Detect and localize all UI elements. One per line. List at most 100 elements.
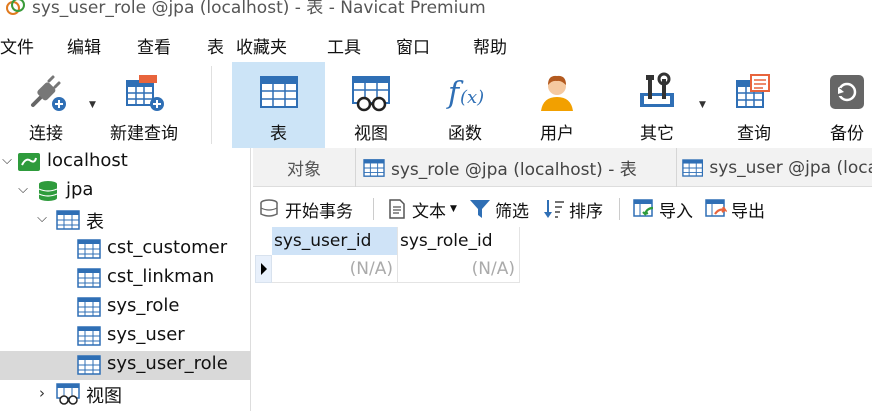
table-label: 表 [270, 124, 287, 144]
begin-transaction-button[interactable]: 开始事务 [259, 193, 353, 225]
filter-icon [470, 200, 490, 218]
grid-cell[interactable]: (N/A) [272, 255, 398, 283]
data-grid: sys_user_id sys_role_id (N/A) (N/A) [255, 227, 525, 285]
grid-corner [255, 227, 272, 255]
chevron-right-icon[interactable]: › [35, 386, 49, 401]
other-dropdown-arrow-icon[interactable]: ▼ [699, 100, 706, 110]
tree-item-localhost[interactable]: ⌵ localhost [0, 148, 251, 177]
begin-transaction-label: 开始事务 [285, 201, 353, 222]
navicat-logo-icon [6, 0, 25, 15]
sort-button[interactable]: 排序 [543, 193, 603, 225]
chevron-down-icon[interactable]: ⌵ [0, 154, 14, 168]
view-button[interactable]: 视图 [330, 62, 412, 148]
text-dropdown-arrow-icon[interactable]: ▼ [450, 204, 457, 214]
main-toolbar: 连接 ▼ 新建查询 表 视图 f (x) 函数 用户 其它 ▼ 查询 备份 [0, 62, 872, 148]
database-label: jpa [66, 179, 94, 200]
connect-label: 连接 [29, 124, 63, 144]
chevron-down-icon[interactable]: ⌵ [16, 183, 30, 197]
menu-bar: 文件 编辑 查看 表 收藏夹 工具 窗口 帮助 [0, 33, 872, 59]
current-row-arrow-icon [261, 263, 267, 275]
menu-table[interactable]: 表 [207, 33, 224, 58]
new-query-label: 新建查询 [110, 124, 178, 144]
tree-item-table-selected[interactable]: sys_user_role [0, 351, 251, 380]
function-button[interactable]: f (x) 函数 [424, 62, 506, 148]
navicat-window: sys_user_role @jpa (localhost) - 表 - Nav… [0, 0, 872, 411]
table-icon [56, 210, 80, 230]
user-button[interactable]: 用户 [516, 62, 598, 148]
backup-button[interactable]: 备份 [812, 62, 872, 148]
query-icon [736, 74, 770, 108]
toolbar-separator [211, 66, 212, 144]
column-header[interactable]: sys_role_id [398, 227, 520, 255]
new-query-icon [126, 75, 164, 111]
database-icon [38, 181, 58, 201]
column-header[interactable]: sys_user_id [272, 227, 398, 255]
database-transaction-icon [260, 199, 278, 217]
table-name: sys_user [107, 324, 185, 345]
tab-objects-label: 对象 [287, 160, 321, 180]
table-icon [77, 355, 101, 375]
tab-sys-role[interactable]: sys_role @jpa (localhost) - 表 [357, 148, 677, 187]
table-name: cst_linkman [107, 266, 215, 287]
table-icon [77, 239, 101, 259]
tree-item-tables-folder[interactable]: ⌵ 表 [0, 206, 251, 235]
text-document-icon [389, 199, 405, 219]
backup-label: 备份 [830, 124, 864, 144]
menu-file[interactable]: 文件 [0, 33, 34, 58]
function-label: 函数 [448, 124, 482, 144]
toolbar-separator [373, 198, 374, 220]
row-header[interactable] [255, 255, 272, 283]
tree-item-table[interactable]: sys_role [0, 293, 251, 322]
table-icon [682, 158, 704, 177]
connect-dropdown-arrow-icon[interactable]: ▼ [89, 100, 96, 110]
navigation-pane: ⌵ localhost ⌵ jpa ⌵ 表 cst_customer cst_l… [0, 148, 251, 411]
table-button[interactable]: 表 [232, 62, 325, 148]
text-button[interactable]: 文本 ▼ [386, 193, 457, 225]
new-query-button[interactable]: 新建查询 [102, 62, 186, 148]
menu-view[interactable]: 查看 [137, 33, 171, 58]
tree-item-table[interactable]: sys_user [0, 322, 251, 351]
import-button[interactable]: 导入 [633, 193, 693, 225]
user-label: 用户 [540, 124, 574, 144]
tree-item-jpa[interactable]: ⌵ jpa [0, 177, 251, 206]
tables-folder-label: 表 [86, 212, 104, 233]
chevron-down-icon[interactable]: ⌵ [35, 212, 49, 226]
user-icon [541, 75, 573, 111]
table-data-toolbar: 开始事务 文本 ▼ 筛选 排序 导入 导出 [253, 193, 872, 225]
connection-label: localhost [47, 150, 128, 171]
tree-item-table[interactable]: cst_linkman [0, 264, 251, 293]
menu-help[interactable]: 帮助 [473, 33, 507, 58]
query-button[interactable]: 查询 [716, 62, 792, 148]
svg-text:(x): (x) [460, 87, 484, 108]
import-icon [633, 199, 654, 217]
other-button[interactable]: 其它 [618, 62, 696, 148]
tab-sys-user[interactable]: sys_user @jpa (loca [678, 148, 872, 187]
connect-button[interactable]: 连接 [8, 62, 84, 148]
export-button[interactable]: 导出 [705, 193, 765, 225]
query-label: 查询 [737, 124, 771, 144]
title-bar: sys_user_role @jpa (localhost) - 表 - Nav… [0, 0, 872, 18]
view-icon [352, 76, 390, 112]
tree-item-views-folder[interactable]: › 视图 [0, 380, 251, 409]
window-title: sys_user_role @jpa (localhost) - 表 - Nav… [32, 0, 486, 18]
menu-edit[interactable]: 编辑 [67, 33, 101, 58]
tab-strip: 对象 sys_role @jpa (localhost) - 表 sys_use… [253, 148, 872, 187]
grid-cell[interactable]: (N/A) [398, 255, 520, 283]
menu-favorites[interactable]: 收藏夹 [236, 33, 287, 58]
backup-icon [830, 75, 864, 109]
export-label: 导出 [731, 201, 765, 222]
sort-label: 排序 [569, 201, 603, 222]
menu-tools[interactable]: 工具 [327, 33, 361, 58]
menu-window[interactable]: 窗口 [396, 33, 430, 58]
other-label: 其它 [640, 124, 674, 144]
table-icon [77, 297, 101, 317]
connection-icon [18, 153, 40, 171]
filter-button[interactable]: 筛选 [469, 193, 529, 225]
function-icon: f (x) [446, 76, 484, 111]
table-name: sys_user_role [107, 353, 228, 374]
table-icon [259, 76, 298, 108]
tree-item-table[interactable]: cst_customer [0, 235, 251, 264]
tab-objects[interactable]: 对象 [253, 148, 356, 187]
text-label: 文本 [412, 201, 446, 222]
view-icon [56, 383, 80, 405]
